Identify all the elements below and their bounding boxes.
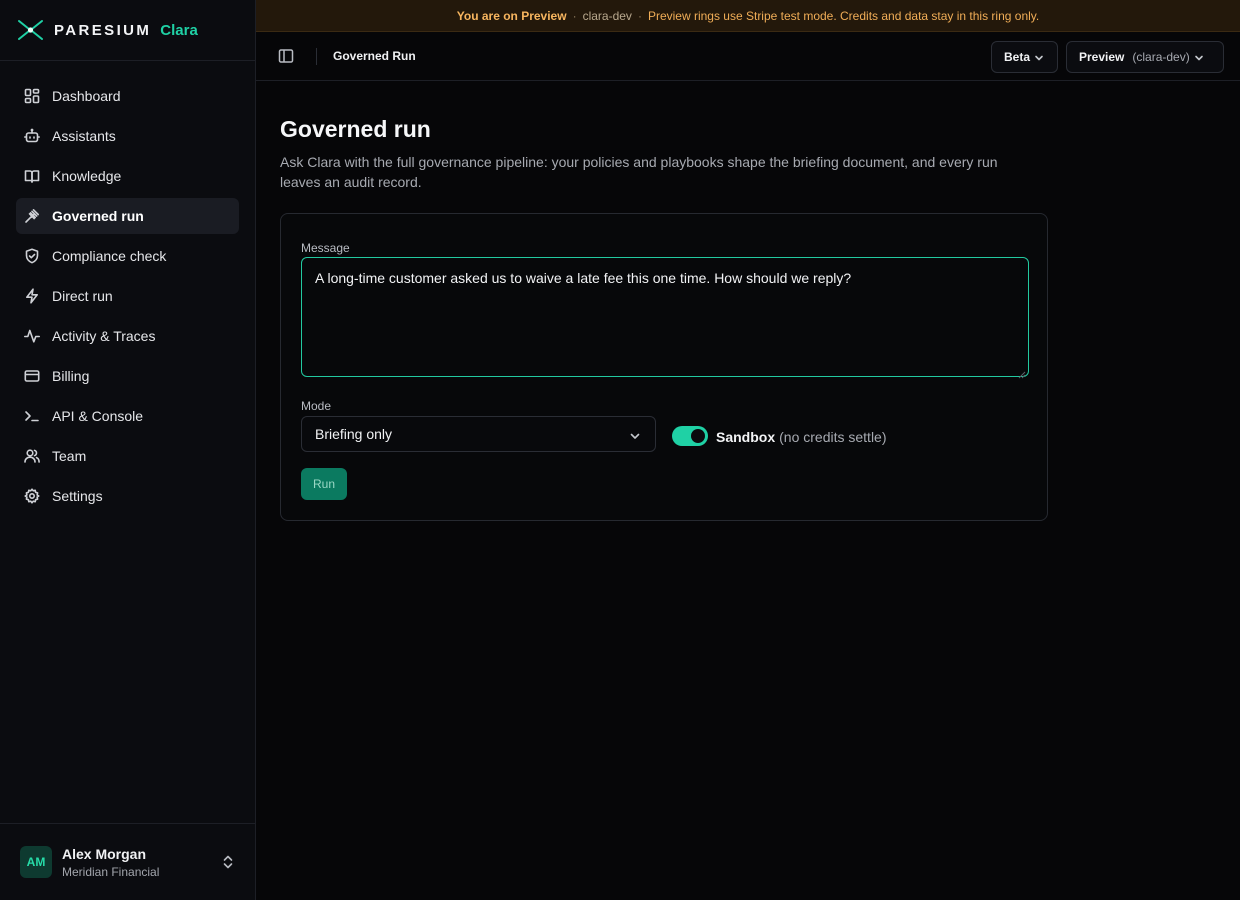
message-textarea[interactable]: A long-time customer asked us to waive a… (301, 257, 1029, 379)
sidebar-nav: Dashboard Assistants Knowledge Governed … (0, 61, 255, 514)
sidebar-item-compliance-check[interactable]: Compliance check (16, 238, 239, 274)
sidebar-item-label: Governed run (52, 208, 144, 224)
card-icon (24, 368, 40, 384)
sidebar-item-label: Settings (52, 488, 103, 504)
sidebar-item-label: Assistants (52, 128, 116, 144)
sidebar-item-label: Team (52, 448, 87, 464)
beta-dropdown[interactable]: Beta (991, 41, 1058, 73)
chevron-down-icon (629, 429, 641, 441)
sidebar-item-label: Compliance check (52, 248, 167, 264)
avatar: AM (20, 846, 52, 878)
dashboard-icon (24, 88, 40, 104)
paresium-logo-icon (18, 20, 43, 40)
book-icon (24, 168, 40, 184)
sidebar-item-assistants[interactable]: Assistants (16, 118, 239, 154)
sidebar-item-settings[interactable]: Settings (16, 478, 239, 514)
sandbox-label: Sandbox (716, 429, 776, 445)
sidebar-item-billing[interactable]: Billing (16, 358, 239, 394)
env-label: Preview (1079, 50, 1125, 64)
sidebar-item-activity-traces[interactable]: Activity & Traces (16, 318, 239, 354)
banner-separator: · (572, 8, 577, 23)
sidebar-item-label: API & Console (52, 408, 144, 424)
topbar: Governed Run Beta Preview (clara-dev) (256, 32, 1240, 81)
sidebar-item-knowledge[interactable]: Knowledge (16, 158, 239, 194)
page-description: Ask Clara with the full governance pipel… (280, 154, 998, 190)
user-name: Alex Morgan (62, 845, 147, 862)
user-menu[interactable]: AM Alex Morgan Meridian Financial (0, 823, 255, 900)
brand[interactable]: PARESIUM Clara (0, 0, 255, 61)
message-label: Message (301, 241, 350, 255)
environment-dropdown[interactable]: Preview (clara-dev) (1066, 41, 1224, 73)
sidebar-item-dashboard[interactable]: Dashboard (16, 78, 239, 114)
gavel-icon (24, 208, 40, 224)
message-text: A long-time customer asked us to waive a… (315, 270, 852, 286)
sidebar-item-api-console[interactable]: API & Console (16, 398, 239, 434)
gear-icon (24, 488, 40, 504)
chevrons-up-down-icon[interactable] (221, 854, 235, 870)
sidebar-item-label: Billing (52, 368, 90, 384)
brand-name: PARESIUM (54, 21, 152, 39)
bolt-icon (24, 288, 40, 304)
environment-banner: You are on Preview · clara-dev · Preview… (256, 0, 1240, 32)
sidebar-item-label: Activity & Traces (52, 328, 156, 344)
activity-icon (24, 328, 40, 344)
sandbox-label-group: Sandbox (no credits settle) (716, 429, 887, 445)
run-button[interactable]: Run (301, 468, 347, 500)
banner-message: Preview rings use Stripe test mode. Cred… (647, 8, 1040, 23)
governed-run-form: Message A long-time customer asked us to… (280, 213, 1048, 521)
banner-ring: clara-dev (582, 8, 632, 23)
breadcrumb: Governed Run (333, 49, 416, 63)
shield-check-icon (24, 248, 40, 264)
terminal-icon (24, 408, 40, 424)
sandbox-hint: (no credits settle) (779, 429, 887, 445)
mode-value: Briefing only (315, 426, 393, 442)
banner-prefix: You are on Preview (456, 8, 567, 23)
chevron-down-icon (1034, 52, 1044, 62)
page-title: Governed run (280, 116, 431, 142)
main-content: Governed run Ask Clara with the full gov… (280, 116, 1048, 192)
banner-separator: · (637, 8, 642, 23)
users-icon (24, 448, 40, 464)
mode-select[interactable]: Briefing only (301, 416, 656, 452)
sidebar-item-direct-run[interactable]: Direct run (16, 278, 239, 314)
brand-product: Clara (160, 21, 198, 39)
sidebar-item-label: Direct run (52, 288, 113, 304)
toggle-knob (691, 429, 705, 443)
sidebar-toggle-icon[interactable] (278, 48, 294, 64)
beta-label: Beta (1004, 50, 1031, 64)
env-ring: (clara-dev) (1132, 50, 1190, 64)
resize-handle-icon[interactable] (1018, 366, 1026, 379)
chevron-down-icon (1194, 52, 1204, 62)
bot-icon (24, 128, 40, 144)
sidebar-item-label: Knowledge (52, 168, 122, 184)
divider (316, 47, 317, 65)
sidebar-item-team[interactable]: Team (16, 438, 239, 474)
sidebar: PARESIUM Clara Dashboard Assistants Know… (0, 0, 256, 900)
sidebar-item-label: Dashboard (52, 88, 121, 104)
sandbox-toggle[interactable] (672, 426, 708, 446)
mode-label: Mode (301, 399, 332, 413)
user-org: Meridian Financial (62, 864, 160, 879)
sidebar-item-governed-run[interactable]: Governed run (16, 198, 239, 234)
